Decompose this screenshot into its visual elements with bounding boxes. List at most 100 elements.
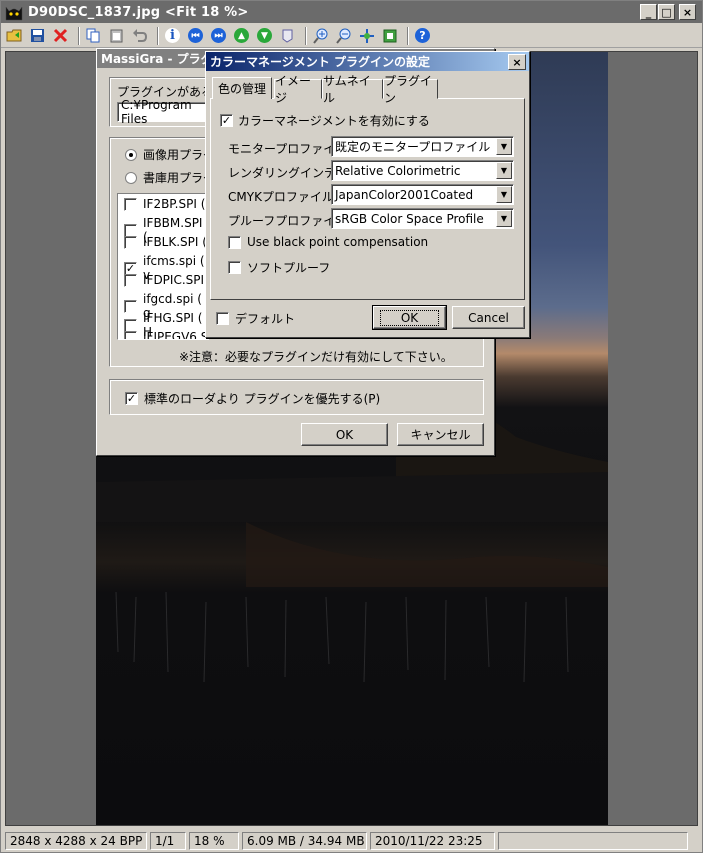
first-image-button[interactable]: ⏮ [186,26,205,45]
monitor-profile-label: モニタープロファイル [228,142,348,156]
tab-thumbnail[interactable]: サムネイル [322,74,383,105]
plugin-name: IF2BP.SPI ( [143,197,206,211]
cat-logo-icon [4,3,24,21]
plugin-ok-button[interactable]: OK [301,423,388,446]
rendering-intent-select[interactable]: Relative Colorimetric ▼ [331,160,514,181]
tab-plugin[interactable]: プラグイン [383,74,438,105]
black-point-checkbox[interactable]: Use black point compensation [228,235,428,249]
cm-cancel-label: Cancel [468,310,509,325]
save-icon [31,29,44,42]
default-check-icon [216,312,229,325]
plugin-check-icon [124,273,137,287]
chevron-down-icon: ▼ [496,138,512,155]
enable-cm-checkbox[interactable]: ✓ カラーマネージメントを有効にする [220,112,430,129]
black-point-check-icon [228,235,241,249]
delete-button[interactable] [51,26,70,45]
radio-archive-plugins[interactable]: 書庫用プラグ [125,169,215,186]
cm-close-icon: × [512,55,522,69]
default-label: デフォルト [235,312,296,326]
zoom-out-icon [335,28,350,44]
toolbar: i ⏮ ⏭ ▲ ▼ ? [1,24,702,48]
black-point-label: Use black point compensation [247,235,429,249]
copy-button[interactable] [84,26,103,45]
enable-cm-label: カラーマネージメントを有効にする [238,114,430,128]
toolbar-separator [305,26,307,45]
info-button[interactable]: i [163,26,182,45]
plugin-name: IFJPEGV6.S [143,330,209,340]
cm-close-button[interactable]: × [508,54,526,70]
title-bar[interactable]: D90DSC_1837.jpg <Fit 18 %> _ □ × [1,1,702,23]
prefer-plugin-checkbox[interactable]: ✓ 標準のローダより プラグインを優先する(P) [125,390,380,407]
proof-profile-value: sRGB Color Space Profile [335,211,484,226]
rendering-intent-value: Relative Colorimetric [335,163,461,178]
fit-button[interactable] [357,26,376,45]
paste-button[interactable] [107,26,126,45]
tab-image-label: イメージ [275,74,312,105]
plugin-cancel-button[interactable]: キャンセル [397,423,484,446]
plugin-check-icon [124,197,137,211]
plugin-check-icon [124,235,137,249]
radio-image-icon [125,148,137,161]
plugin-folder-value: C:¥Program Files [121,98,192,126]
save-button[interactable] [28,26,47,45]
tab-image[interactable]: イメージ [274,74,322,105]
close-button[interactable]: × [679,4,696,20]
undo-button[interactable] [130,26,149,45]
proof-profile-select[interactable]: sRGB Color Space Profile ▼ [331,208,514,229]
tab-plugin-label: プラグイン [384,74,433,105]
plugin-check-icon [124,330,137,339]
plugin-list-item[interactable]: IFDPIC.SPI [124,273,204,287]
radio-image-plugins[interactable]: 画像用プラグ [125,146,215,163]
plugin-name: IFBLK.SPI ( [143,235,207,249]
chevron-down-icon: ▼ [496,210,512,227]
copy-icon [86,28,100,43]
open-icon [6,29,22,42]
info-icon: i [165,28,180,43]
last-image-button[interactable]: ⏭ [209,26,228,45]
default-checkbox[interactable]: デフォルト [216,310,295,327]
help-button[interactable]: ? [413,26,432,45]
fullscreen-icon [383,29,396,42]
first-icon: ⏮ [188,28,203,43]
cm-ok-label: OK [379,309,440,326]
monitor-profile-value: 既定のモニタープロファイル [335,140,491,154]
zoom-in-icon [312,28,327,44]
cmyk-profile-label: CMYKプロファイル [228,190,334,204]
status-empty [498,832,688,850]
cm-ok-button[interactable]: OK [372,305,447,330]
window-title: D90DSC_1837.jpg <Fit 18 %> [28,4,249,20]
bookmark-button[interactable] [278,26,297,45]
cm-cancel-button[interactable]: Cancel [452,306,525,329]
plugin-list-item[interactable]: IF2BP.SPI ( [124,197,205,211]
monitor-profile-select[interactable]: 既定のモニタープロファイル ▼ [331,136,514,157]
prefer-plugin-label: 標準のローダより プラグインを優先する(P) [144,392,381,406]
maximize-button[interactable]: □ [658,4,675,20]
plugin-cancel-label: キャンセル [410,428,471,442]
plugin-note: ※注意：必要なプラグインだけ有効にして下さい。 [179,350,453,364]
plugin-list-item[interactable]: IFJPEGV6.S [124,330,209,340]
prev-image-button[interactable]: ▲ [232,26,251,45]
status-memory: 6.09 MB / 34.94 MB [242,832,367,850]
status-bar: 2848 x 4288 x 24 BPP 1/1 18 % 6.09 MB / … [1,830,702,852]
plugin-list[interactable]: IF2BP.SPI (IFBBM.SPI (IFBLK.SPI (✓ ifcms.… [117,193,209,340]
tab-color-management-label: 色の管理 [217,82,266,96]
minimize-button[interactable]: _ [640,4,657,20]
zoom-in-button[interactable] [311,26,330,45]
fit-icon [359,28,374,43]
plugin-list-item[interactable]: IFBLK.SPI ( [124,235,207,249]
color-management-dialog: カラーマネージメント プラグインの設定 × 色の管理 イメージ サムネイル プラ… [205,51,530,338]
softproof-checkbox[interactable]: ソフトプルーフ [228,259,330,276]
next-image-button[interactable]: ▼ [255,26,274,45]
tab-color-management[interactable]: 色の管理 [212,77,272,99]
plugin-folder-field[interactable]: C:¥Program Files [117,98,217,126]
cmyk-profile-value: JapanColor2001Coated [335,187,474,202]
cmyk-profile-select[interactable]: JapanColor2001Coated ▼ [331,184,514,205]
open-button[interactable] [5,26,24,45]
help-icon: ? [415,28,430,43]
next-icon: ▼ [257,28,272,43]
cm-dialog-title[interactable]: カラーマネージメント プラグインの設定 [206,52,529,71]
status-dimensions: 2848 x 4288 x 24 BPP [5,832,147,850]
fullscreen-button[interactable] [380,26,399,45]
status-page: 1/1 [150,832,186,850]
zoom-out-button[interactable] [334,26,353,45]
